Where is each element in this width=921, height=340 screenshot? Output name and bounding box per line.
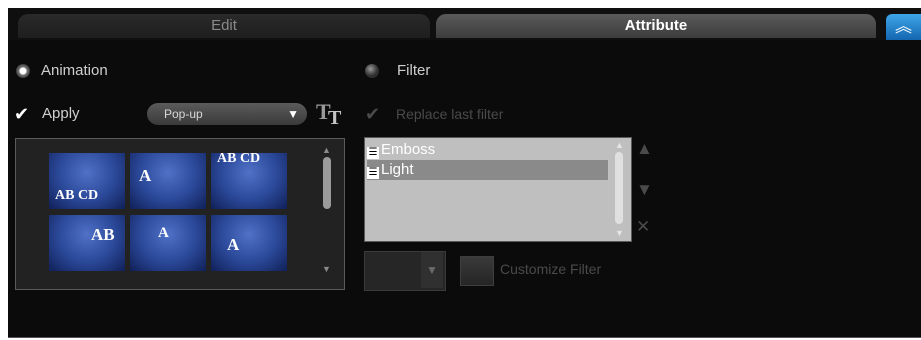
filter-scrollbar-thumb[interactable] (615, 152, 623, 224)
bottom-divider (8, 337, 921, 338)
customize-filter-icon[interactable] (460, 256, 494, 286)
move-up-icon[interactable]: ▲ (636, 139, 653, 159)
animation-radio[interactable] (16, 64, 30, 78)
remove-filter-icon[interactable]: ✕ (636, 217, 650, 237)
animation-scrollbar-thumb[interactable] (323, 157, 331, 209)
filter-scroll-down-icon[interactable]: ▼ (615, 228, 624, 238)
filter-list-item[interactable]: ☰ Emboss (367, 140, 435, 160)
animation-preset-value: Pop-up (164, 107, 203, 121)
animation-thumb-6[interactable]: A (211, 215, 287, 271)
move-down-icon[interactable]: ▼ (636, 180, 653, 200)
chevrons-up-icon[interactable]: ︽ (886, 14, 921, 40)
scroll-up-icon[interactable]: ▲ (322, 145, 331, 155)
text-style-icon[interactable]: T T (316, 98, 346, 129)
filter-radio[interactable] (365, 64, 379, 78)
replace-filter-label: Replace last filter (396, 106, 504, 122)
animation-radio-label: Animation (41, 62, 108, 79)
apply-label: Apply (42, 105, 80, 122)
animation-preset-dropdown[interactable]: Pop-up ▼ (147, 103, 307, 125)
attribute-panel-frame: Edit Attribute ︽ Animation ✔ Apply Pop-u… (0, 0, 921, 340)
animation-thumb-3[interactable]: AB CD (211, 151, 287, 209)
animation-thumbnail-grid: AB CD A AB CD AB A A (15, 138, 345, 290)
chevron-down-icon: ▼ (287, 107, 299, 121)
animation-thumb-4[interactable]: AB (49, 215, 125, 271)
filter-radio-label: Filter (397, 62, 431, 79)
tab-attribute[interactable]: Attribute (436, 14, 876, 38)
tab-edit[interactable]: Edit (18, 14, 430, 38)
replace-filter-checkbox[interactable]: ✔ (365, 104, 380, 125)
filter-item-label: Light (381, 161, 414, 178)
animation-thumb-2[interactable]: A (130, 153, 206, 209)
customize-filter-label[interactable]: Customize Filter (500, 261, 601, 277)
filter-scroll-up-icon[interactable]: ▲ (615, 140, 624, 150)
filter-icon: ☰ (367, 167, 379, 179)
filter-list: ☰ Emboss ☰ Light (364, 137, 632, 242)
animation-thumb-5[interactable]: A (130, 215, 206, 271)
scroll-down-icon[interactable]: ▼ (322, 264, 331, 274)
tab-bar: Edit Attribute (8, 8, 921, 40)
chevron-down-icon[interactable]: ▼ (421, 252, 443, 288)
filter-item-label: Emboss (381, 141, 436, 158)
apply-checkbox[interactable]: ✔ (14, 104, 29, 125)
filter-icon: ☰ (367, 147, 379, 159)
filter-list-item-selected[interactable]: ☰ Light (367, 160, 608, 180)
svg-text:T: T (328, 107, 342, 126)
animation-thumb-1[interactable]: AB CD (49, 153, 125, 209)
